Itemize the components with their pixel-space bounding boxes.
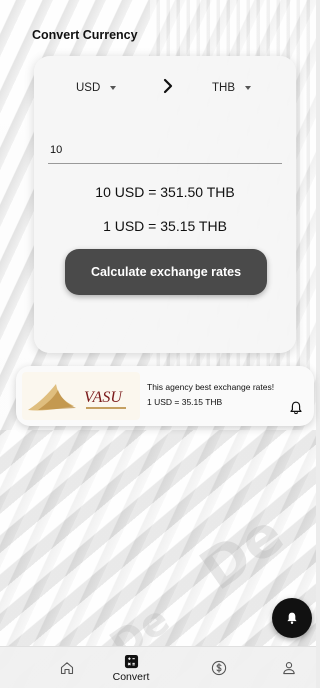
calculator-icon	[124, 654, 138, 668]
agency-logo-text: VASU	[84, 389, 123, 406]
bell-icon[interactable]	[288, 400, 304, 416]
calculate-button[interactable]: Calculate exchange rates	[65, 249, 267, 295]
to-currency-dropdown[interactable]: THB	[212, 82, 251, 94]
agency-card[interactable]: VASU This agency best exchange rates! 1 …	[16, 366, 314, 426]
dollar-icon	[211, 660, 227, 676]
from-currency-dropdown[interactable]: USD	[76, 82, 117, 94]
nav-home[interactable]	[52, 647, 82, 688]
unit-rate: 1 USD = 35.15 THB	[103, 218, 227, 234]
nav-convert[interactable]: Convert	[105, 647, 157, 688]
converter-card: USD THB 10 USD = 351.50 THB 1 USD = 35.1…	[34, 56, 296, 353]
amount-input[interactable]	[48, 136, 282, 164]
notification-fab[interactable]	[272, 598, 312, 638]
to-currency-label: THB	[212, 82, 235, 94]
from-currency-label: USD	[76, 82, 101, 94]
caret-down-icon	[245, 86, 251, 90]
bell-filled-icon	[287, 612, 297, 624]
agency-logo: VASU	[22, 372, 140, 420]
conversion-result: 10 USD = 351.50 THB	[95, 184, 235, 200]
page-title: Convert Currency	[32, 28, 138, 42]
nav-profile[interactable]	[274, 647, 304, 688]
nav-currency[interactable]	[204, 647, 234, 688]
agency-headline: This agency best exchange rates!	[147, 382, 275, 392]
chevron-right-icon	[163, 78, 173, 94]
home-icon	[60, 662, 74, 675]
bottom-navigation: Convert	[0, 646, 316, 688]
agency-rate: 1 USD = 35.15 THB	[147, 397, 223, 407]
caret-down-icon	[110, 86, 117, 90]
nav-convert-label: Convert	[112, 670, 150, 683]
profile-icon	[283, 662, 295, 675]
